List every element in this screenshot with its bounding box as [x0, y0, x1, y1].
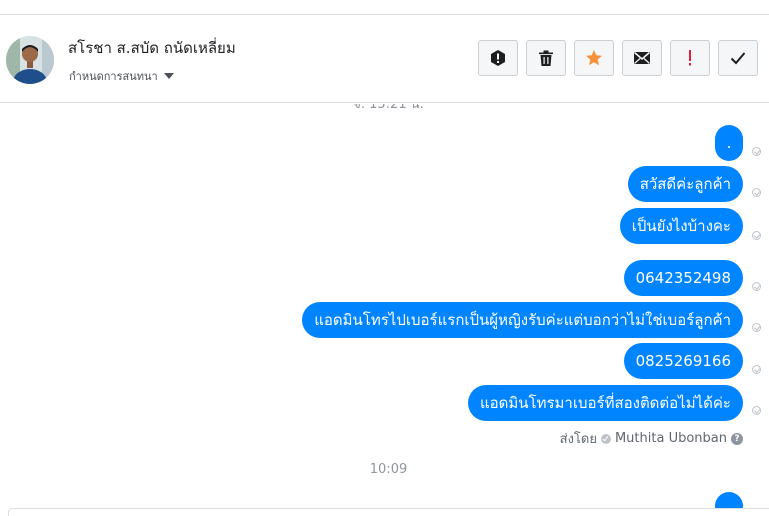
read-receipt-icon: [752, 323, 761, 332]
avatar[interactable]: [6, 36, 54, 84]
conversation-settings-label: กำหนดการสนทนา: [69, 70, 158, 83]
sender-name[interactable]: Muthita Ubonban: [615, 431, 727, 446]
spam-button[interactable]: [478, 40, 518, 76]
message-thread[interactable]: จ. 15:21 น. . สวัสดีค่ะลูกค้า เป็นยังไงบ…: [0, 104, 769, 516]
message-bubble[interactable]: แอดมินโทรไปเบอร์แรกเป็นผู้หญิงรับค่ะแต่บ…: [302, 302, 743, 338]
message-composer[interactable]: [8, 508, 769, 516]
follow-up-button[interactable]: [670, 40, 710, 76]
sent-by-line: ส่งโดย Muthita Ubonban ?: [560, 428, 743, 449]
mark-done-button[interactable]: [718, 40, 758, 76]
header-actions: [478, 40, 758, 76]
exclamation-circle-icon: [491, 50, 505, 66]
star-icon: [586, 50, 602, 66]
delete-button[interactable]: [526, 40, 566, 76]
message-bubble[interactable]: สวัสดีค่ะลูกค้า: [627, 166, 743, 202]
read-receipt-icon: [752, 406, 761, 415]
timestamp-divider: จ. 15:21 น.: [353, 104, 424, 112]
question-icon[interactable]: ?: [731, 432, 743, 445]
check-icon: [730, 52, 746, 65]
contact-name[interactable]: สโรชา ส.สบัด ถนัดเหลี่ยม: [68, 36, 236, 60]
sent-by-label: ส่งโดย: [559, 432, 597, 447]
messenger-conversation: สโรชา ส.สบัด ถนัดเหลี่ยม กำหนดการสนทนา จ…: [0, 0, 769, 516]
read-receipt-icon: [752, 282, 761, 291]
check-circle-icon: [600, 433, 611, 444]
avatar-photo: [6, 36, 54, 84]
message-bubble[interactable]: เป็นยังไงบ้างคะ: [619, 208, 743, 244]
message-bubble[interactable]: .: [715, 125, 743, 161]
read-receipt-icon: [752, 188, 761, 197]
caret-down-icon: [163, 73, 174, 79]
envelope-icon: [633, 51, 651, 64]
mark-unread-button[interactable]: [622, 40, 662, 76]
timestamp-divider: 10:09: [369, 462, 408, 477]
read-receipt-icon: [752, 231, 761, 240]
exclamation-icon: [689, 50, 691, 66]
trash-icon: [539, 50, 553, 66]
star-button[interactable]: [574, 40, 614, 76]
conversation-settings-dropdown[interactable]: กำหนดการสนทนา: [69, 67, 174, 85]
read-receipt-icon: [752, 365, 761, 374]
message-bubble[interactable]: 0825269166: [623, 343, 743, 379]
read-receipt-icon: [752, 147, 761, 156]
message-bubble[interactable]: 0642352498: [623, 260, 743, 296]
message-bubble[interactable]: แอดมินโทรมาเบอร์ที่สองติดต่อไม่ได้ค่ะ: [467, 385, 743, 421]
conversation-header: สโรชา ส.สบัด ถนัดเหลี่ยม กำหนดการสนทนา: [0, 15, 769, 103]
